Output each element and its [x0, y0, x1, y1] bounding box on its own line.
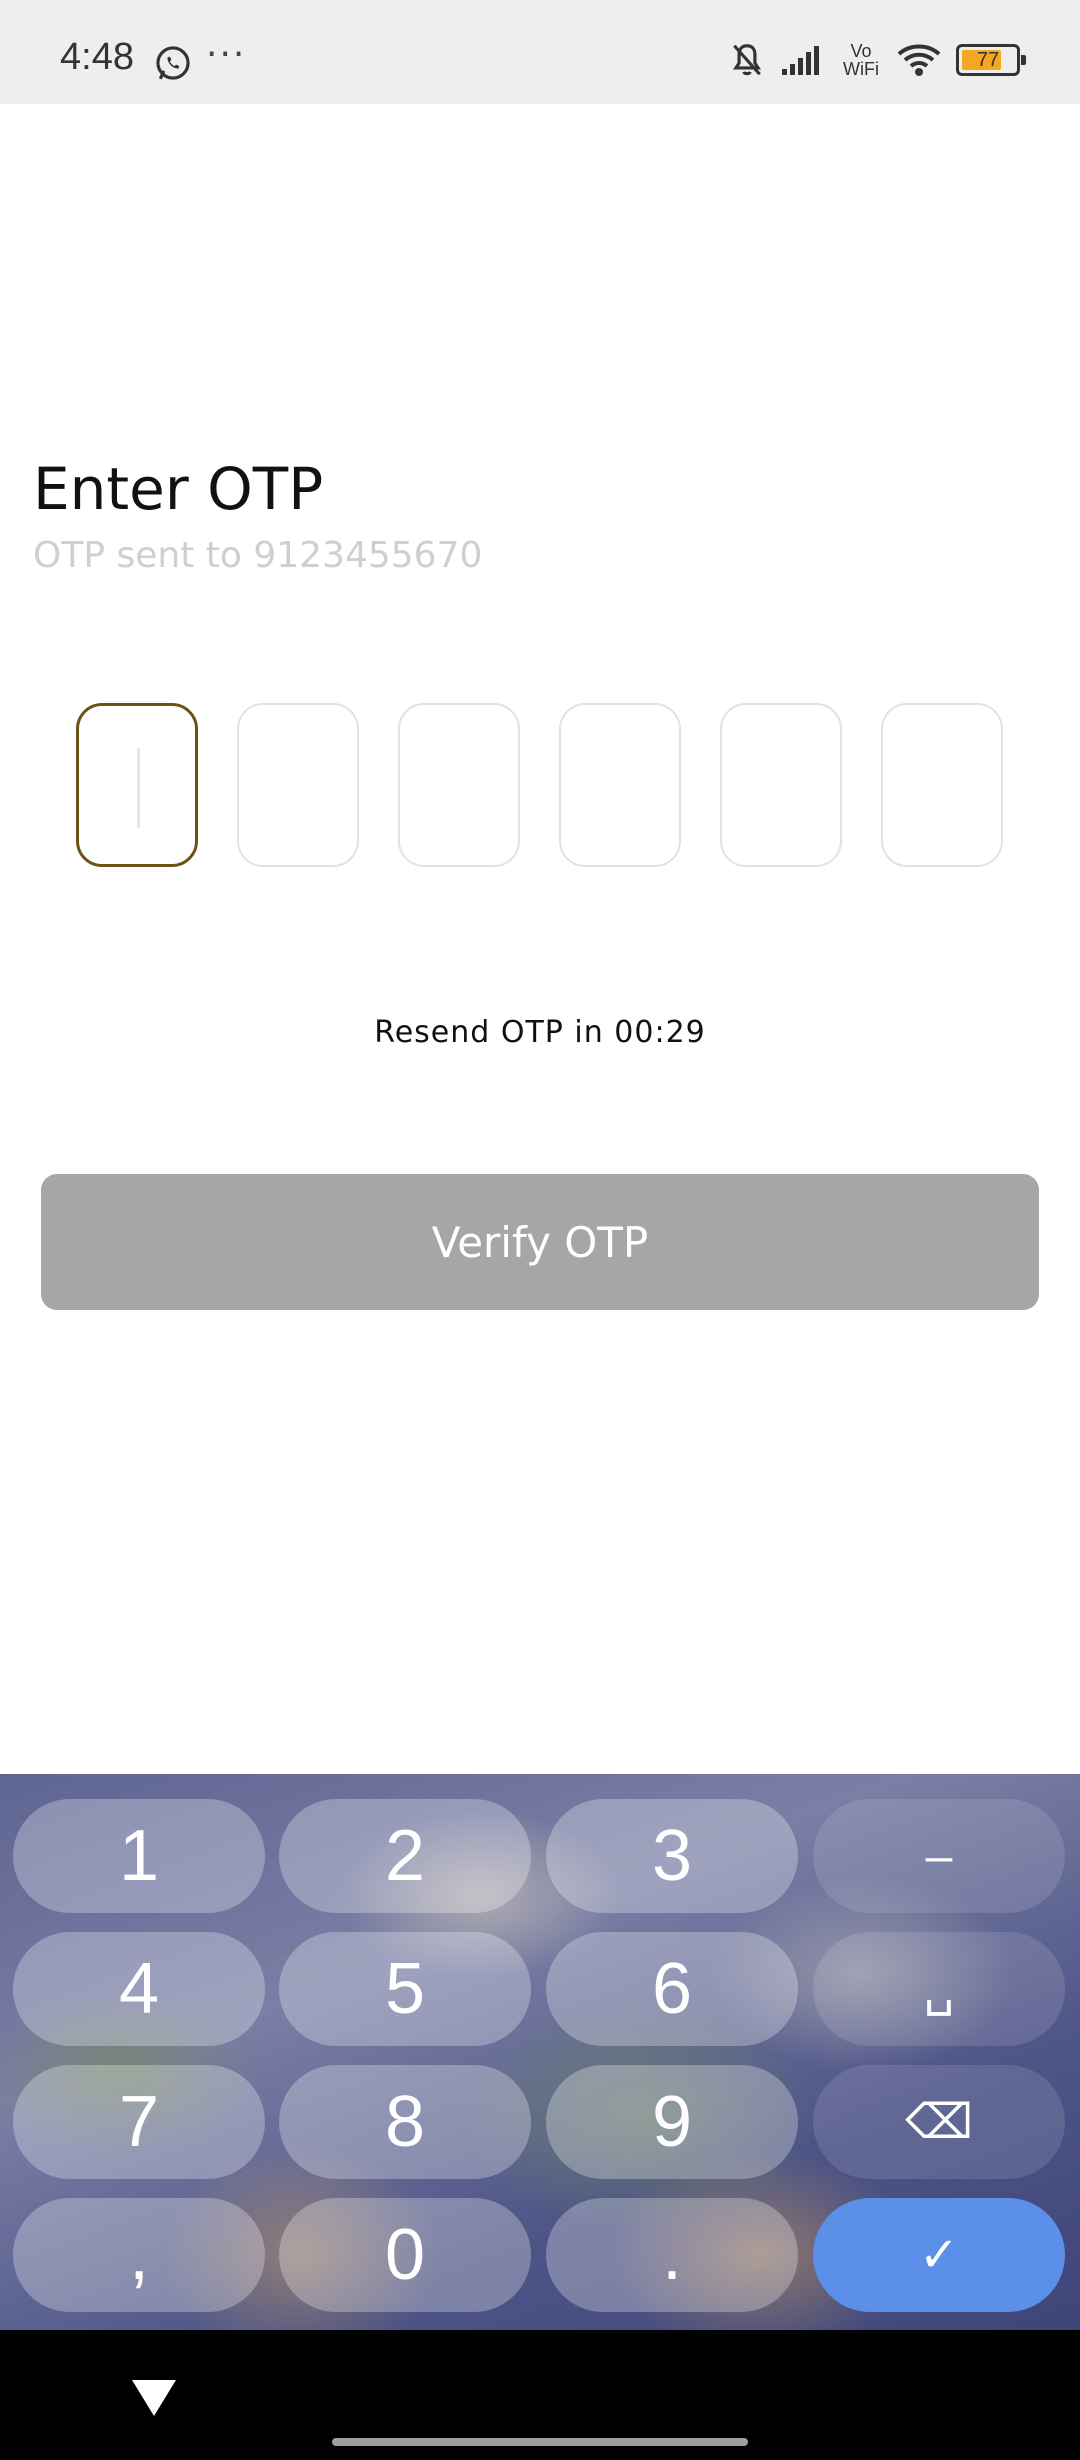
otp-sent-subtitle: OTP sent to 9123455670 [33, 535, 483, 576]
key-1[interactable]: 1 [13, 1799, 265, 1913]
battery-icon: 77 [956, 44, 1026, 76]
more-dots-icon: ··· [206, 34, 247, 75]
battery-cap [1021, 55, 1026, 65]
signal-icon [782, 46, 819, 75]
otp-digit-1[interactable] [76, 703, 198, 867]
key-6[interactable]: 6 [546, 1932, 798, 2046]
key-3[interactable]: 3 [546, 1799, 798, 1913]
otp-digit-3[interactable] [398, 703, 520, 867]
otp-digit-6[interactable] [881, 703, 1003, 867]
vowifi-icon: Vo WiFi [840, 42, 882, 78]
key-enter[interactable]: ✓ [813, 2198, 1065, 2312]
key-period[interactable]: . [546, 2198, 798, 2312]
battery-level: 77 [976, 49, 1000, 71]
status-time: 4:48 [60, 36, 134, 78]
key-space[interactable]: ␣ [813, 1932, 1065, 2046]
home-pill-icon[interactable] [332, 2438, 748, 2446]
key-4[interactable]: 4 [13, 1932, 265, 2046]
back-triangle-icon[interactable] [130, 2378, 178, 2418]
numeric-keyboard: 1 2 3 – 4 5 6 ␣ 7 8 9 ⌫ , 0 . ✓ [0, 1774, 1080, 2330]
key-0[interactable]: 0 [279, 2198, 531, 2312]
navigation-bar [0, 2330, 1080, 2460]
otp-digit-5[interactable] [720, 703, 842, 867]
key-dash[interactable]: – [813, 1799, 1065, 1913]
key-7[interactable]: 7 [13, 2065, 265, 2179]
status-icons: Vo WiFi 77 [728, 40, 1026, 80]
verify-otp-button[interactable]: Verify OTP [41, 1174, 1039, 1310]
vowifi-bottom: WiFi [843, 59, 879, 79]
key-9[interactable]: 9 [546, 2065, 798, 2179]
key-comma[interactable]: , [13, 2198, 265, 2312]
key-2[interactable]: 2 [279, 1799, 531, 1913]
wifi-icon [897, 44, 941, 76]
otp-digit-4[interactable] [559, 703, 681, 867]
page-title: Enter OTP [33, 455, 324, 523]
whatsapp-icon [156, 46, 190, 80]
resend-otp-timer: Resend OTP in 00:29 [374, 1015, 706, 1050]
key-8[interactable]: 8 [279, 2065, 531, 2179]
text-cursor [137, 748, 140, 828]
status-bar: 4:48 ··· Vo WiFi 77 [0, 0, 1080, 104]
key-5[interactable]: 5 [279, 1932, 531, 2046]
vowifi-top: Vo [850, 41, 872, 61]
otp-digit-2[interactable] [237, 703, 359, 867]
mute-icon [732, 44, 762, 76]
otp-input-row [76, 703, 1004, 867]
key-backspace[interactable]: ⌫ [813, 2065, 1065, 2179]
